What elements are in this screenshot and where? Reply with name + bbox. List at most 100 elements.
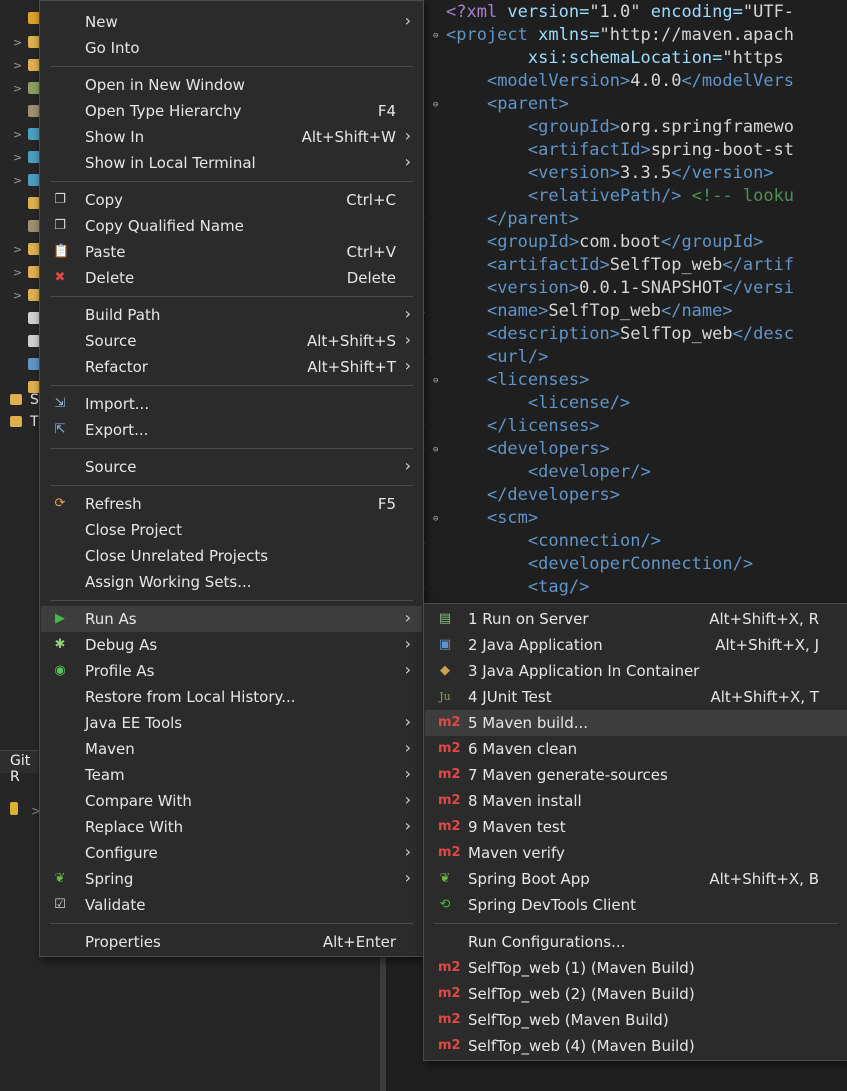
tree-item-partial-s[interactable]: S [10,392,40,410]
menu-item-replace-with[interactable]: Replace With › [41,814,422,840]
menu-item-refresh[interactable]: ⟳ Refresh F5 [41,491,422,517]
menu-item-8-maven-install[interactable]: m2 8 Maven install [425,788,847,814]
menu-item-new[interactable]: New › [41,9,422,35]
menu-item-source[interactable]: Source Alt+Shift+S › [41,328,422,354]
menu-item-selftop-web-4-maven-build[interactable]: m2 SelfTop_web (4) (Maven Build) [425,1033,847,1059]
code-line[interactable]: <description>SelfTop_web</desc [446,324,794,344]
code-line[interactable]: <license/> [446,393,630,413]
menu-item-go-into[interactable]: Go Into [41,35,422,61]
menu-item-run-configurations[interactable]: Run Configurations... [425,929,847,955]
menu-item-spring-boot-app[interactable]: ❦ Spring Boot App Alt+Shift+X, B [425,866,847,892]
menu-item-maven[interactable]: Maven › [41,736,422,762]
fold-toggle-icon[interactable]: ⊖ [433,514,438,524]
menu-item-selftop-web-1-maven-build[interactable]: m2 SelfTop_web (1) (Maven Build) [425,955,847,981]
code-line[interactable]: <?xml version="1.0" encoding="UTF- [446,2,794,22]
chevron-right-icon[interactable]: > [13,243,22,256]
menu-item-close-project[interactable]: Close Project [41,517,422,543]
menu-item-9-maven-test[interactable]: m2 9 Maven test [425,814,847,840]
code-line[interactable]: <developers> [446,439,610,459]
code-line[interactable]: xsi:schemaLocation="https [446,48,784,68]
chevron-right-icon[interactable]: > [13,151,22,164]
menu-item-maven-verify[interactable]: m2 Maven verify [425,840,847,866]
chevron-right-icon[interactable]: > [13,59,22,72]
menu-item-restore-from-local-history[interactable]: Restore from Local History... [41,684,422,710]
menu-item-delete[interactable]: ✖ Delete Delete [41,265,422,291]
code-line[interactable]: <developerConnection/> [446,554,753,574]
git-repo-row[interactable]: > [10,800,41,819]
code-line[interactable]: <groupId>com.boot</groupId> [446,232,763,252]
menu-item-paste[interactable]: 📋 Paste Ctrl+V [41,239,422,265]
menu-item-debug-as[interactable]: ✱ Debug As › [41,632,422,658]
menu-item-2-java-application[interactable]: ▣ 2 Java Application Alt+Shift+X, J [425,632,847,658]
code-line[interactable]: </licenses> [446,416,600,436]
fold-toggle-icon[interactable]: ⊖ [433,100,438,110]
menu-item-4-junit-test[interactable]: Ju 4 JUnit Test Alt+Shift+X, T [425,684,847,710]
menu-item-selftop-web-2-maven-build[interactable]: m2 SelfTop_web (2) (Maven Build) [425,981,847,1007]
menu-item-spring-devtools-client[interactable]: ⟲ Spring DevTools Client [425,892,847,918]
code-line[interactable]: <relativePath/> <!-- looku [446,186,794,206]
menu-item-configure[interactable]: Configure › [41,840,422,866]
menu-item-open-type-hierarchy[interactable]: Open Type Hierarchy F4 [41,98,422,124]
menu-item-validate[interactable]: ☑ Validate [41,892,422,918]
menu-item-profile-as[interactable]: ◉ Profile As › [41,658,422,684]
code-line[interactable]: <artifactId>SelfTop_web</artif [446,255,794,275]
code-line[interactable]: <connection/> [446,531,661,551]
code-line[interactable]: <scm> [446,508,538,528]
code-line[interactable]: </parent> [446,209,579,229]
chevron-right-icon[interactable]: > [13,289,22,302]
git-repositories-tab[interactable]: Git R [0,750,40,785]
code-line[interactable]: <artifactId>spring-boot-st [446,140,794,160]
menu-item-show-in-local-terminal[interactable]: Show in Local Terminal › [41,150,422,176]
code-line[interactable]: <developer/> [446,462,651,482]
menu-item-compare-with[interactable]: Compare With › [41,788,422,814]
menu-item-open-in-new-window[interactable]: Open in New Window [41,72,422,98]
menu-item-1-run-on-server[interactable]: ▤ 1 Run on Server Alt+Shift+X, R [425,606,847,632]
code-line[interactable]: <licenses> [446,370,589,390]
menu-item-properties[interactable]: Properties Alt+Enter [41,929,422,955]
tree-item-partial-t[interactable]: T [10,414,40,432]
code-token: 3.3.5 [620,163,672,183]
code-line[interactable]: <groupId>org.springframewo [446,117,794,137]
menu-item-import[interactable]: ⇲ Import... [41,391,422,417]
fold-toggle-icon[interactable]: ⊖ [433,376,438,386]
chevron-right-icon[interactable]: > [13,266,22,279]
menu-item-copy[interactable]: ❐ Copy Ctrl+C [41,187,422,213]
menu-item-build-path[interactable]: Build Path › [41,302,422,328]
chevron-right-icon: › [404,634,411,653]
fold-toggle-icon[interactable]: ⊖ [433,445,438,455]
chevron-right-icon[interactable]: > [13,128,22,141]
code-token: xsi:schemaLocation= [527,48,723,68]
code-line[interactable]: <project xmlns="http://maven.apach [446,25,794,45]
menu-item-refactor[interactable]: Refactor Alt+Shift+T › [41,354,422,380]
code-line[interactable]: <tag/> [446,577,589,597]
code-line[interactable]: <name>SelfTop_web</name> [446,301,733,321]
chevron-right-icon[interactable]: > [13,36,22,49]
menu-item-copy-qualified-name[interactable]: ❐ Copy Qualified Name [41,213,422,239]
menu-item-7-maven-generate-sources[interactable]: m2 7 Maven generate-sources [425,762,847,788]
menu-item-export[interactable]: ⇱ Export... [41,417,422,443]
menu-item-3-java-application-in-container[interactable]: ◆ 3 Java Application In Container [425,658,847,684]
chevron-right-icon[interactable]: > [13,82,22,95]
code-line[interactable]: <version>3.3.5</version> [446,163,774,183]
chevron-right-icon[interactable]: > [13,174,22,187]
code-line[interactable]: <version>0.0.1-SNAPSHOT</versi [446,278,794,298]
code-token: <license/> [527,393,631,413]
menu-item-source[interactable]: Source › [41,454,422,480]
menu-item-6-maven-clean[interactable]: m2 6 Maven clean [425,736,847,762]
code-line[interactable]: <url/> [446,347,548,367]
code-line[interactable]: <parent> [446,94,569,114]
code-token: <licenses> [486,370,590,390]
menu-item-selftop-web-maven-build[interactable]: m2 SelfTop_web (Maven Build) [425,1007,847,1033]
menu-item-run-as[interactable]: ▶ Run As › [41,606,422,632]
code-line[interactable]: <modelVersion>4.0.0</modelVers [446,71,794,91]
menu-item-spring[interactable]: ❦ Spring › [41,866,422,892]
menu-item-java-ee-tools[interactable]: Java EE Tools › [41,710,422,736]
menu-item-team[interactable]: Team › [41,762,422,788]
menu-item-close-unrelated-projects[interactable]: Close Unrelated Projects [41,543,422,569]
menu-item-show-in[interactable]: Show In Alt+Shift+W › [41,124,422,150]
code-line[interactable]: </developers> [446,485,620,505]
fold-toggle-icon[interactable]: ⊖ [433,31,438,41]
menu-item-5-maven-build[interactable]: m2 5 Maven build... [425,710,847,736]
menu-item-assign-working-sets[interactable]: Assign Working Sets... [41,569,422,595]
